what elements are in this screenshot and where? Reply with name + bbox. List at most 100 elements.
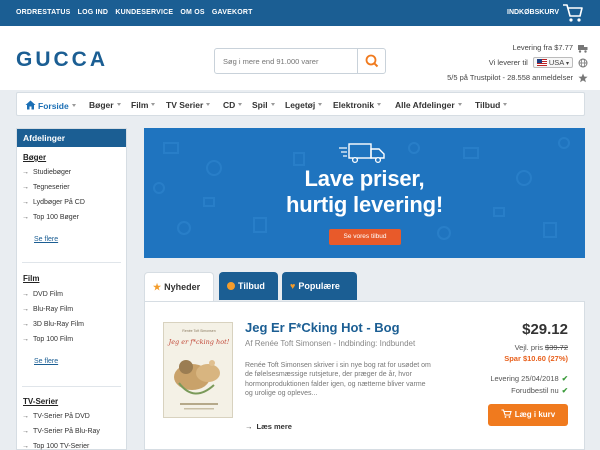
- delivery-from: Levering fra $7.77: [512, 43, 573, 52]
- preorder-label: Forudbestil nu: [511, 386, 559, 395]
- chevron-down-icon: [377, 103, 382, 106]
- product-card: Renée Toft Simonsen Jeg er f*cking hot! …: [144, 301, 585, 450]
- check-icon: ✔: [561, 386, 568, 395]
- star-icon: ★: [153, 282, 162, 292]
- departments-sidebar: Afdelinger Bøger → Studiebøger → Tegneseri…: [16, 128, 127, 450]
- arrow-right-icon: →: [22, 413, 29, 420]
- logo-text: GUCCA: [16, 48, 108, 70]
- sidebar-item-label: Top 100 TV-Serier: [33, 443, 90, 450]
- chevron-down-icon: [151, 103, 156, 106]
- sidebar-item[interactable]: → Blu-Ray Film: [22, 306, 73, 313]
- trustpilot-rating[interactable]: 5/5 på Trustpilot - 28.558 anmeldelser: [447, 73, 573, 82]
- sidebar-category-tv-serier[interactable]: TV-Serier: [23, 397, 58, 406]
- cover-author: Renée Toft Simonsen: [182, 329, 215, 333]
- nav-item-film[interactable]: Film: [131, 100, 156, 110]
- see-more-link[interactable]: Se flere: [34, 358, 58, 365]
- sidebar-item[interactable]: → 3D Blu-Ray Film: [22, 321, 84, 328]
- sidebar-item[interactable]: → DVD Film: [22, 291, 63, 298]
- sidebar-item[interactable]: → Lydbøger På CD: [22, 199, 85, 206]
- top-bar: ORDRESTATUS LOG IND KUNDESERVICE OM OS G…: [0, 0, 600, 26]
- ship-to-label: Vi leverer til: [488, 58, 528, 67]
- chevron-down-icon: [206, 103, 211, 106]
- tab-label: Tilbud: [238, 281, 265, 291]
- add-to-cart-button[interactable]: Læg i kurv: [488, 404, 568, 426]
- chevron-down-icon: [71, 104, 76, 107]
- order-status-link[interactable]: ORDRESTATUS: [16, 9, 70, 16]
- arrow-right-icon: →: [22, 443, 29, 450]
- sidebar-category-film[interactable]: Film: [23, 274, 39, 283]
- nav-label: Legetøj: [285, 100, 316, 110]
- sidebar-item[interactable]: → Tegneserier: [22, 184, 70, 191]
- nav-item-cd[interactable]: CD: [223, 100, 243, 110]
- read-more-label: Læs mere: [256, 422, 292, 431]
- tab-populaere[interactable]: ♥ Populære: [282, 272, 357, 300]
- currency-select[interactable]: USA ▾: [532, 57, 573, 68]
- star-icon: [578, 73, 588, 83]
- search-button[interactable]: [357, 49, 385, 73]
- chevron-down-icon: ▾: [565, 61, 569, 67]
- sidebar-category-boger[interactable]: Bøger: [23, 153, 46, 162]
- nav-item-spil[interactable]: Spil: [252, 100, 275, 110]
- globe-icon: [578, 58, 588, 68]
- tab-nyheder[interactable]: ★ Nyheder: [144, 272, 214, 302]
- about-link[interactable]: OM OS: [180, 9, 204, 16]
- sidebar-item-label: Blu-Ray Film: [33, 306, 74, 313]
- promo-banner[interactable]: Lave priser, hurtig levering! Se vores t…: [144, 128, 585, 258]
- arrow-right-icon: →: [22, 199, 29, 206]
- banner-headline-2: hurtig levering!: [286, 192, 443, 217]
- sidebar-item[interactable]: → Top 100 Film: [22, 336, 73, 343]
- nav-label: Elektronik: [333, 100, 375, 110]
- sidebar-item-label: Top 100 Film: [33, 336, 74, 343]
- nav-label: CD: [223, 100, 236, 110]
- ref-price-value: $39.72: [545, 343, 568, 352]
- reference-price: Vejl. pris $39.72: [515, 343, 568, 352]
- product-author: Af Renée Toft Simonsen - Indbinding: Ind…: [245, 339, 416, 348]
- truck-icon: [578, 45, 588, 53]
- check-icon: ✔: [561, 374, 568, 383]
- product-cover-image[interactable]: Renée Toft Simonsen Jeg er f*cking hot!: [163, 322, 233, 418]
- nav-item-tv-serier[interactable]: TV Serier: [166, 100, 211, 110]
- read-more-link[interactable]: → Læs mere: [245, 422, 292, 431]
- nav-item-tilbud[interactable]: Tilbud: [475, 100, 508, 110]
- sidebar-item-label: Studiebøger: [33, 169, 72, 176]
- sidebar-item-label: TV-Serier På DVD: [33, 413, 90, 420]
- nav-label: Film: [131, 100, 149, 110]
- arrow-right-icon: →: [22, 291, 29, 298]
- sidebar-item[interactable]: → TV-Serier På Blu-Ray: [22, 428, 100, 435]
- percent-icon: [227, 282, 235, 290]
- arrow-right-icon: →: [22, 214, 29, 221]
- nav-item-alle-afdelinger[interactable]: Alle Afdelinger: [395, 100, 462, 110]
- divider: [22, 386, 121, 387]
- tab-tilbud[interactable]: Tilbud: [219, 272, 278, 300]
- cart-label[interactable]: INDKØBSKURV: [507, 9, 559, 16]
- product-description: Renée Toft Simonsen skriver i sin nye bo…: [245, 362, 431, 398]
- sidebar-item-label: DVD Film: [33, 291, 63, 298]
- sidebar-item-label: Tegneserier: [33, 184, 70, 191]
- gucca-logo[interactable]: GUCCA: [16, 48, 134, 70]
- chevron-down-icon: [503, 103, 508, 106]
- product-title[interactable]: Jeg Er F*Cking Hot - Bog: [245, 320, 400, 335]
- login-link[interactable]: LOG IND: [78, 9, 109, 16]
- shopping-cart-icon[interactable]: [562, 3, 584, 23]
- sidebar-item[interactable]: → TV-Serier På DVD: [22, 413, 90, 420]
- see-offers-button[interactable]: Se vores tilbud: [329, 229, 401, 245]
- sidebar-item[interactable]: → Top 100 TV-Serier: [22, 443, 89, 450]
- sidebar-item-label: Lydbøger På CD: [33, 199, 85, 206]
- nav-item-boger[interactable]: Bøger: [89, 100, 121, 110]
- see-more-link[interactable]: Se flere: [34, 236, 58, 243]
- add-to-cart-label: Læg i kurv: [514, 410, 556, 419]
- sidebar-item[interactable]: → Studiebøger: [22, 169, 71, 176]
- divider: [22, 262, 121, 263]
- search-input[interactable]: [215, 49, 355, 73]
- nav-item-forside[interactable]: Forside: [25, 100, 76, 111]
- arrow-right-icon: →: [22, 428, 29, 435]
- gift-card-link[interactable]: GAVEKORT: [212, 9, 253, 16]
- nav-item-elektronik[interactable]: Elektronik: [333, 100, 382, 110]
- ship-to: Vi leverer til USA ▾: [489, 57, 573, 68]
- cover-title: Jeg er f*cking hot!: [167, 338, 230, 346]
- customer-service-link[interactable]: KUNDESERVICE: [115, 9, 173, 16]
- nav-item-legetoj[interactable]: Legetøj: [285, 100, 323, 110]
- sidebar-item[interactable]: → Top 100 Bøger: [22, 214, 79, 221]
- us-flag-icon: [536, 59, 547, 66]
- home-icon: [25, 100, 36, 110]
